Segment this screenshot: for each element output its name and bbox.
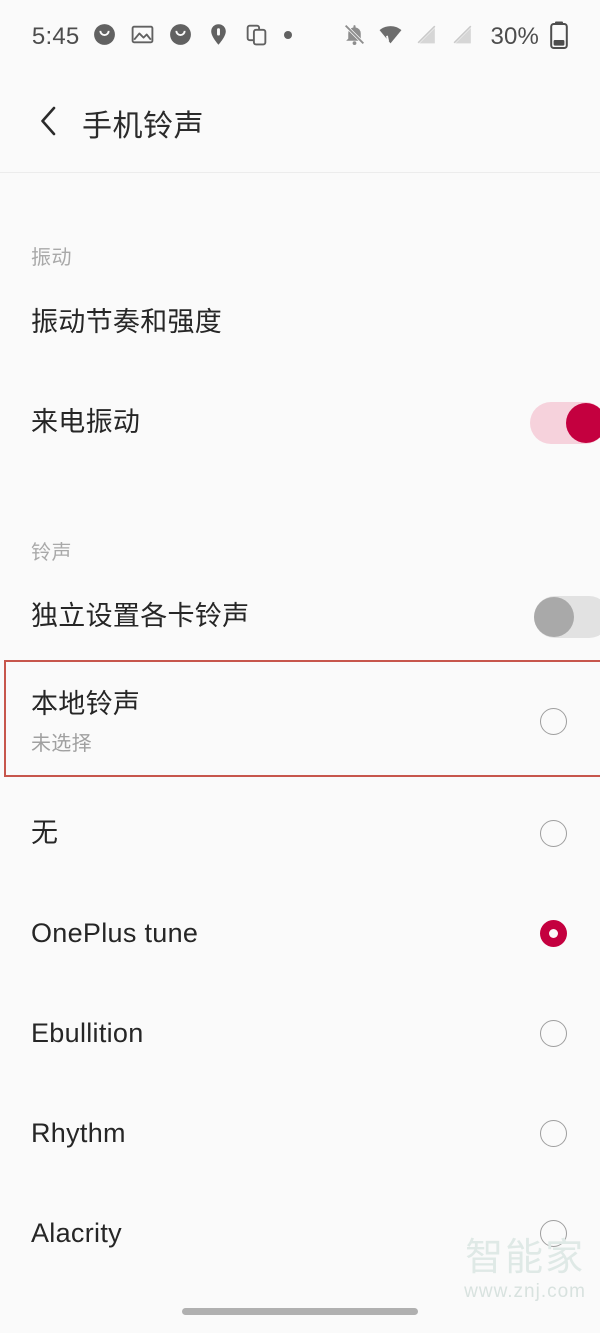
list-item-text: Ebullition [31, 1017, 144, 1051]
battery-icon [550, 21, 568, 54]
status-bar-clock: 5:45 [31, 23, 80, 50]
list-item-text: Alacrity [31, 1217, 122, 1251]
list-item-title: Ebullition [31, 1018, 144, 1049]
signal-off-icon [450, 22, 475, 52]
radio-local-ringtone[interactable] [540, 708, 567, 735]
list-item-title: 来电振动 [31, 407, 141, 438]
dot-icon [282, 28, 294, 46]
status-bar-right: 30% [342, 21, 568, 54]
bell-off-icon [342, 22, 367, 52]
section-header-vibration: 振动 [31, 247, 72, 269]
toggle-per-sim-ringtone[interactable] [534, 596, 600, 638]
status-bar: 5:45 30% [0, 0, 600, 74]
list-item-subtitle: 未选择 [31, 733, 92, 756]
list-item-title: 本地铃声 [31, 688, 141, 719]
list-item-vibration-pattern[interactable]: 振动节奏和强度 [0, 295, 600, 351]
chevron-left-icon [36, 104, 62, 143]
list-item-call-vibration[interactable]: 来电振动 [0, 395, 600, 451]
list-item-title: 独立设置各卡铃声 [31, 601, 250, 632]
location-pin-icon [206, 22, 231, 52]
page-title: 手机铃声 [82, 110, 204, 143]
battery-percent-label: 30% [490, 23, 540, 50]
list-item-text: 本地铃声 未选择 [31, 688, 140, 757]
list-item-ringtone-rhythm[interactable]: Rhythm [0, 1106, 600, 1162]
toggle-call-vibration[interactable] [530, 402, 600, 444]
radio-ringtone-none[interactable] [540, 820, 567, 847]
list-item-text: Rhythm [31, 1117, 126, 1151]
list-item-title: 振动节奏和强度 [31, 307, 223, 338]
section-header-ringtone: 铃声 [31, 542, 72, 564]
signal-off-icon [414, 22, 439, 52]
list-item-title: 无 [31, 818, 59, 849]
list-item-per-sim-ringtone[interactable]: 独立设置各卡铃声 [0, 589, 600, 645]
status-bar-left: 5:45 [32, 22, 295, 52]
list-item-ringtone-oneplus-tune[interactable]: OnePlus tune [0, 906, 600, 962]
gesture-home-bar[interactable] [182, 1308, 418, 1315]
toggle-thumb [534, 597, 574, 637]
list-item-local-ringtone[interactable]: 本地铃声 未选择 [0, 683, 600, 761]
list-item-ringtone-ebullition[interactable]: Ebullition [0, 1006, 600, 1062]
radio-ringtone-rhythm[interactable] [540, 1120, 567, 1147]
list-item-text: 来电振动 [31, 406, 140, 440]
settings-list: 振动 振动节奏和强度 来电振动 铃声 独立设置各卡铃声 本地铃声 未选择 无 O… [0, 174, 600, 1333]
wifi-icon [378, 22, 403, 52]
list-item-text: 振动节奏和强度 [31, 306, 222, 340]
back-button[interactable] [22, 104, 76, 143]
list-item-text: 无 [31, 817, 58, 851]
list-item-text: 独立设置各卡铃声 [31, 600, 249, 634]
photo-icon [130, 22, 155, 52]
app-circle-icon [92, 22, 117, 52]
radio-ringtone-ebullition[interactable] [540, 1020, 567, 1047]
watermark-url: www.znj.com [464, 1281, 586, 1302]
radio-ringtone-oneplus-tune[interactable] [540, 920, 567, 947]
watermark: 智能家 www.znj.com [464, 1239, 586, 1303]
list-item-text: OnePlus tune [31, 917, 198, 951]
app-circle-icon [168, 22, 193, 52]
watermark-logo: 智能家 [465, 1237, 586, 1279]
list-item-title: Alacrity [31, 1218, 122, 1249]
app-bar: 手机铃声 [0, 74, 600, 173]
list-item-title: OnePlus tune [31, 918, 199, 949]
phone-screen: 5:45 30% 手机铃声 振动 振动节奏和强度 来电振动 铃声 独立设置各卡铃… [0, 0, 600, 1333]
list-item-title: Rhythm [31, 1118, 126, 1149]
toggle-thumb [566, 403, 600, 443]
list-item-ringtone-none[interactable]: 无 [0, 806, 600, 862]
copy-icon [244, 22, 269, 52]
